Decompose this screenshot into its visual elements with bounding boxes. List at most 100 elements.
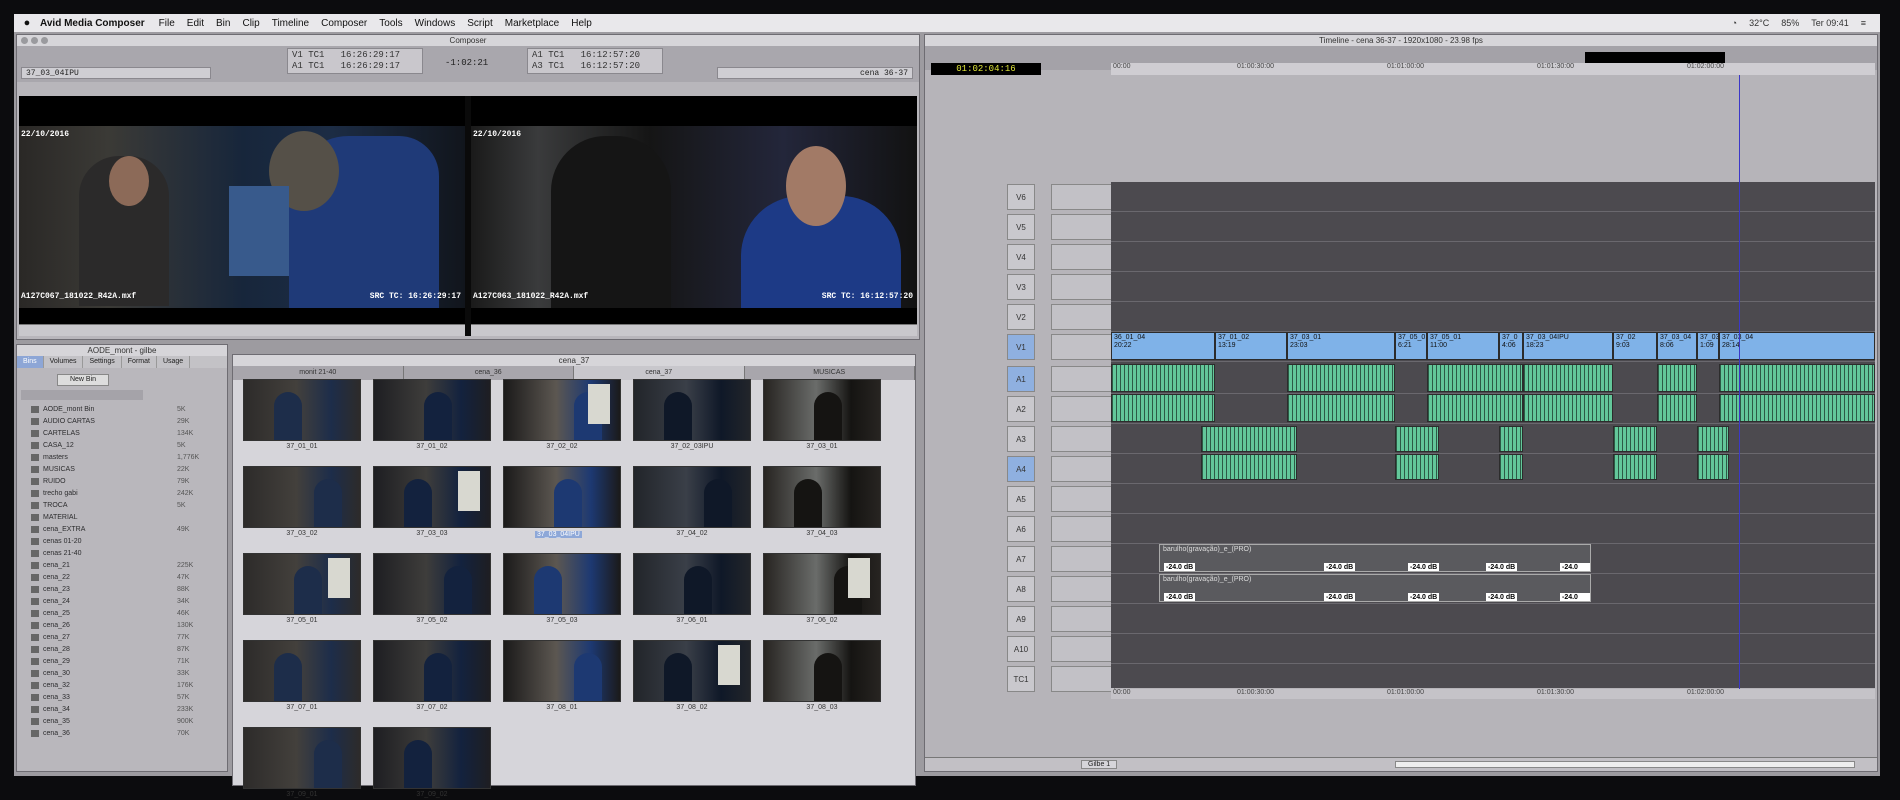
video-clip[interactable]: 37_03_04 8:06 <box>1657 332 1697 360</box>
tab-settings[interactable]: Settings <box>83 356 122 368</box>
timeline-titlebar[interactable]: Timeline - cena 36-37 - 1920x1080 - 23.9… <box>925 35 1877 46</box>
volume-level-badge[interactable]: -24.0 dB <box>1324 563 1356 571</box>
menu-tools[interactable]: Tools <box>379 18 402 29</box>
tab-format[interactable]: Format <box>122 356 157 368</box>
video-clip[interactable]: 37_03_04 28:14 <box>1719 332 1875 360</box>
new-bin-button[interactable]: New Bin <box>57 374 109 386</box>
video-clip[interactable]: 37_05_0 6:21 <box>1395 332 1427 360</box>
video-clip[interactable]: 37_03 1:09 <box>1697 332 1719 360</box>
track-selector[interactable]: A5 <box>1007 486 1035 512</box>
audio-clip[interactable] <box>1697 454 1729 480</box>
audio-clip[interactable] <box>1499 454 1523 480</box>
wifi-icon[interactable]: ◔ <box>1732 18 1737 28</box>
clip-thumbnail[interactable]: 37_02_03IPU <box>633 379 751 450</box>
audio-clip[interactable] <box>1657 394 1697 422</box>
bin-list-item[interactable]: cena_35 900K <box>31 716 227 728</box>
audio-clip[interactable] <box>1287 394 1395 422</box>
bin-list-item[interactable]: cena_27 77K <box>31 632 227 644</box>
bin-list-item[interactable]: cena_33 57K <box>31 692 227 704</box>
menu-clip[interactable]: Clip <box>242 18 259 29</box>
bin-list-item[interactable]: cenas 01-20 <box>31 536 227 548</box>
timeline-tracks[interactable]: 36_01_04 20:22 37_01_02 13:19 37_03_01 23:03 3… <box>1111 182 1875 694</box>
video-clip[interactable]: 36_01_04 20:22 <box>1111 332 1215 360</box>
clip-thumbnail[interactable]: 37_06_02 <box>763 553 881 624</box>
source-monitor[interactable]: 22/10/2016 A127C067_181022_R42A.mxf SRC … <box>19 96 465 336</box>
record-monitor[interactable]: 22/10/2016 A127C063_181022_R42A.mxf SRC … <box>471 96 917 336</box>
volume-level-badge[interactable]: -24.0 dB <box>1560 563 1590 571</box>
bin-list-item[interactable]: masters 1,776K <box>31 452 227 464</box>
bin-list-item[interactable]: RUIDO 79K <box>31 476 227 488</box>
track-selector[interactable]: A3 <box>1007 426 1035 452</box>
audio-clip[interactable] <box>1613 454 1657 480</box>
track-selector[interactable]: A4 <box>1007 456 1035 482</box>
track-selector[interactable]: V1 <box>1007 334 1035 360</box>
clip-thumbnail[interactable]: 37_08_01 <box>503 640 621 711</box>
clip-thumbnail[interactable]: 37_04_03 <box>763 466 881 537</box>
record-sequence-menu[interactable]: cena 36-37 <box>717 67 913 79</box>
volume-level-badge[interactable]: -24.0 dB <box>1324 593 1356 601</box>
tab-bins[interactable]: Bins <box>17 356 44 368</box>
tab-musicas[interactable]: MUSICAS <box>745 366 915 380</box>
timeline-scroll[interactable] <box>1395 761 1855 768</box>
tab-cena36[interactable]: cena_36 <box>404 366 574 380</box>
bin-list-item[interactable]: cenas 21-40 <box>31 548 227 560</box>
track-control-button[interactable] <box>1051 304 1115 330</box>
bin-list-item[interactable]: cena_22 47K <box>31 572 227 584</box>
track-selector[interactable]: V4 <box>1007 244 1035 270</box>
clip-thumbnail[interactable]: 37_03_04IPU <box>503 466 621 538</box>
track-control-button[interactable] <box>1051 334 1115 360</box>
track-control-button[interactable] <box>1051 184 1115 210</box>
track-selector[interactable]: A6 <box>1007 516 1035 542</box>
track-selector[interactable]: A2 <box>1007 396 1035 422</box>
clip-thumbnail[interactable]: 37_01_02 <box>373 379 491 450</box>
audio-clip[interactable] <box>1657 364 1697 392</box>
record-tc-display[interactable]: A1 TC1 16:12:57:20 A3 TC1 16:12:57:20 <box>527 48 663 74</box>
tab-cena37[interactable]: cena_37 <box>574 366 745 380</box>
track-control-button[interactable] <box>1051 666 1115 692</box>
volume-level-badge[interactable]: -24.0 dB <box>1408 593 1440 601</box>
audio-clip[interactable] <box>1427 394 1523 422</box>
track-selector[interactable]: A7 <box>1007 546 1035 572</box>
clip-thumbnail[interactable]: 37_09_01 <box>243 727 361 798</box>
clip-thumbnail[interactable]: 37_08_03 <box>763 640 881 711</box>
audio-clip[interactable] <box>1201 426 1297 452</box>
minimize-icon[interactable] <box>31 37 38 44</box>
clip-thumbnail[interactable]: 37_05_02 <box>373 553 491 624</box>
audio-clip[interactable] <box>1719 364 1875 392</box>
bin-list-item[interactable]: cena_28 87K <box>31 644 227 656</box>
track-control-button[interactable] <box>1051 396 1115 422</box>
track-selector[interactable]: TC1 <box>1007 666 1035 692</box>
audio-clip[interactable] <box>1201 454 1297 480</box>
audio-clip[interactable] <box>1697 426 1729 452</box>
bin-list-item[interactable]: cena_21 225K <box>31 560 227 572</box>
bin-list-item[interactable]: CASA_12 5K <box>31 440 227 452</box>
track-control-button[interactable] <box>1051 576 1115 602</box>
tab-monit[interactable]: monit 21-40 <box>233 366 404 380</box>
video-clip[interactable]: 37_03_01 23:03 <box>1287 332 1395 360</box>
timeline-ruler[interactable]: 00:00 01:00:30:00 01:01:00:00 01:01:30:0… <box>1111 63 1875 75</box>
menu-timeline[interactable]: Timeline <box>272 18 309 29</box>
clip-thumbnail[interactable]: 37_04_02 <box>633 466 751 537</box>
track-control-button[interactable] <box>1051 636 1115 662</box>
tab-usage[interactable]: Usage <box>157 356 191 368</box>
volume-level-badge[interactable]: -24.0 dB <box>1408 563 1440 571</box>
audio-clip[interactable] <box>1523 364 1613 392</box>
clip-thumbnail[interactable]: 37_07_01 <box>243 640 361 711</box>
menu-marketplace[interactable]: Marketplace <box>505 18 559 29</box>
track-control-button[interactable] <box>1051 456 1115 482</box>
source-position-bar[interactable] <box>19 324 465 336</box>
clip-thumbnail[interactable]: 37_03_02 <box>243 466 361 537</box>
track-control-button[interactable] <box>1051 516 1115 542</box>
volume-level-badge[interactable]: -24.0 dB <box>1164 593 1196 601</box>
bin-list-item[interactable]: cena_32 176K <box>31 680 227 692</box>
menu-bin[interactable]: Bin <box>216 18 230 29</box>
track-control-button[interactable] <box>1051 366 1115 392</box>
bin-list-item[interactable]: trecho gabi 242K <box>31 488 227 500</box>
bin-filter-menu[interactable] <box>21 390 143 400</box>
bin-titlebar[interactable]: cena_37 <box>233 355 915 366</box>
bin-list-item[interactable]: cena_30 33K <box>31 668 227 680</box>
menu-help[interactable]: Help <box>571 18 592 29</box>
apple-icon[interactable]: ● <box>14 17 40 29</box>
video-clip[interactable]: 37_03_04IPU 18:23 <box>1523 332 1613 360</box>
clip-thumbnail[interactable]: 37_05_01 <box>243 553 361 624</box>
